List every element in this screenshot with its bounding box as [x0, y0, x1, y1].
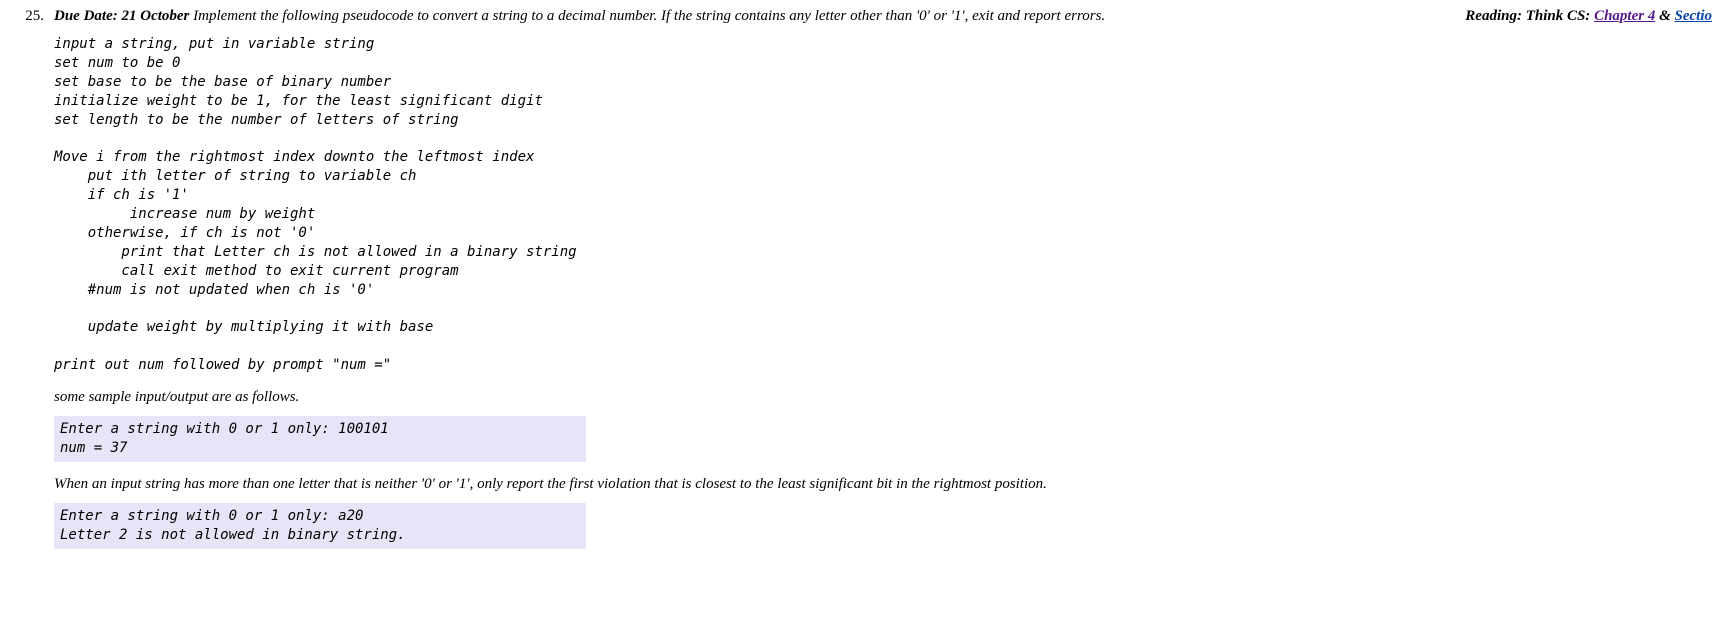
violation-note: When an input string has more than one l… — [54, 476, 1712, 493]
reading-link-section[interactable]: Sectio — [1675, 8, 1713, 24]
sample-intro: some sample input/output are as follows. — [54, 389, 1712, 406]
sample-output-1: Enter a string with 0 or 1 only: 100101 … — [54, 416, 586, 462]
due-date: Due Date: 21 October — [54, 8, 189, 24]
intro-text: Implement the following pseudocode to co… — [189, 8, 1105, 24]
problem-intro: Due Date: 21 October Implement the follo… — [54, 8, 1712, 25]
list-item: 25. Reading: Think CS: Chapter 4 & Secti… — [20, 8, 1712, 563]
reading-block: Reading: Think CS: Chapter 4 & Sectio — [1465, 8, 1712, 25]
reading-prefix: Reading: Think CS: — [1465, 8, 1594, 24]
item-body: Reading: Think CS: Chapter 4 & Sectio Du… — [54, 8, 1712, 563]
item-number: 25. — [20, 8, 44, 25]
reading-separator: & — [1655, 8, 1674, 24]
reading-link-chapter4[interactable]: Chapter 4 — [1594, 8, 1655, 24]
sample-output-2: Enter a string with 0 or 1 only: a20 Let… — [54, 503, 586, 549]
pseudocode-block: input a string, put in variable string s… — [54, 35, 1712, 375]
